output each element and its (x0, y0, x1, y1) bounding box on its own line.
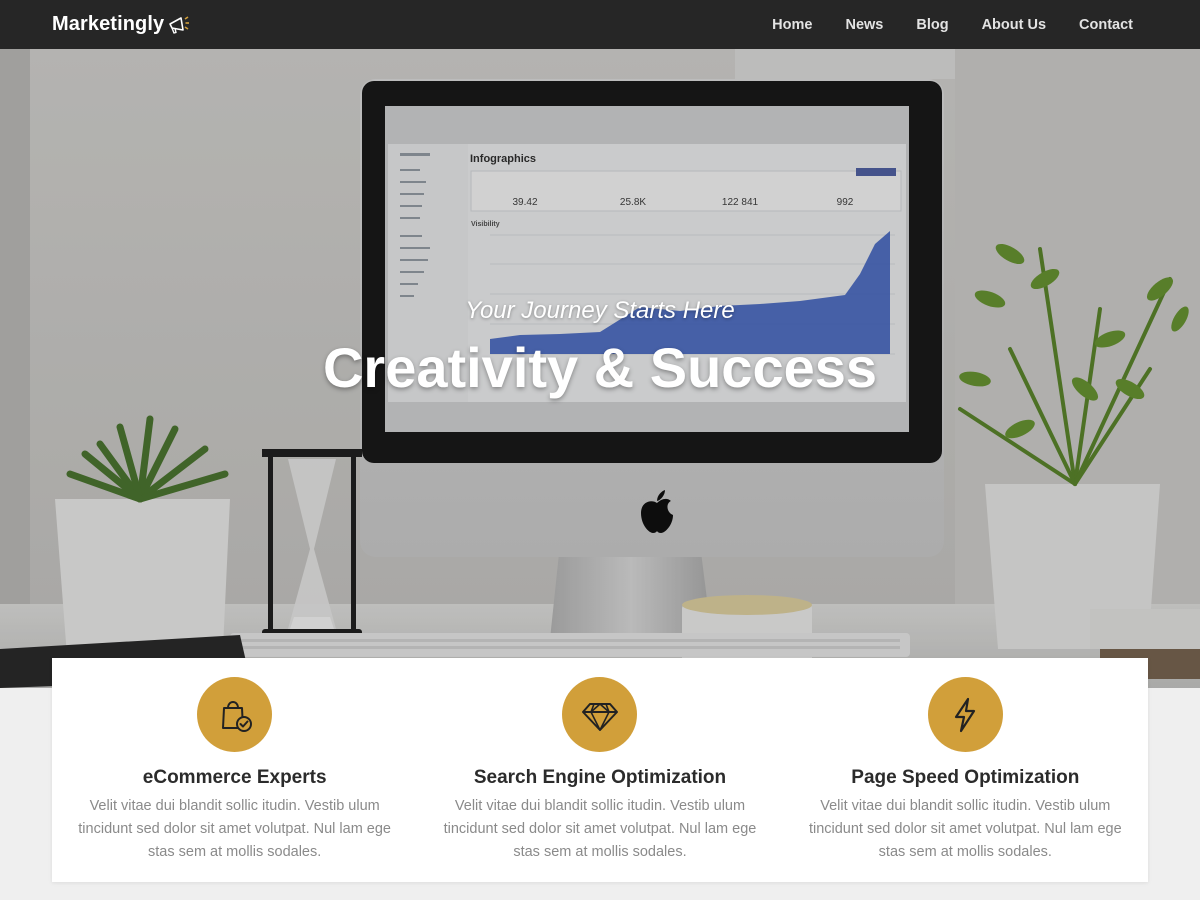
hero-title: Creativity & Success (322, 336, 878, 399)
nav-link-home[interactable]: Home (772, 17, 812, 33)
features-panel: eCommerce Experts Velit vitae dui blandi… (52, 658, 1148, 882)
main-nav: Home News Blog About Us Contact (739, 17, 1133, 33)
nav-link-blog[interactable]: Blog (916, 17, 948, 33)
nav-link-contact[interactable]: Contact (1079, 17, 1133, 33)
feature-title: Page Speed Optimization (851, 767, 1080, 788)
nav-link-about-us[interactable]: About Us (982, 17, 1046, 33)
nav-link-news[interactable]: News (845, 17, 883, 33)
feature-title: eCommerce Experts (142, 767, 327, 788)
feature-card-page-speed: Page Speed Optimization Velit vitae dui … (783, 658, 1148, 882)
brand-logo[interactable]: Marketingly (52, 13, 191, 36)
feature-card-ecommerce: eCommerce Experts Velit vitae dui blandi… (52, 658, 417, 882)
hero-subtitle: Your Journey Starts Here (465, 297, 735, 324)
feature-description: Velit vitae dui blandit sollic itudin. V… (443, 798, 757, 860)
feature-description: Velit vitae dui blandit sollic itudin. V… (78, 798, 392, 860)
diamond-icon (562, 677, 638, 752)
brand-name: Marketingly (52, 13, 165, 35)
feature-description: Velit vitae dui blandit sollic itudin. V… (808, 798, 1122, 860)
megaphone-icon (167, 14, 191, 36)
feature-card-seo: Search Engine Optimization Velit vitae d… (417, 658, 782, 882)
feature-title: Search Engine Optimization (473, 767, 727, 788)
hero-banner: Infographics 39.42 25.8K 122 841 992 Vis… (0, 49, 1200, 688)
lightning-icon (927, 677, 1003, 752)
top-navbar: Marketingly Home News Blog About Us Cont… (0, 0, 1200, 49)
shopping-bag-check-icon (197, 677, 273, 752)
